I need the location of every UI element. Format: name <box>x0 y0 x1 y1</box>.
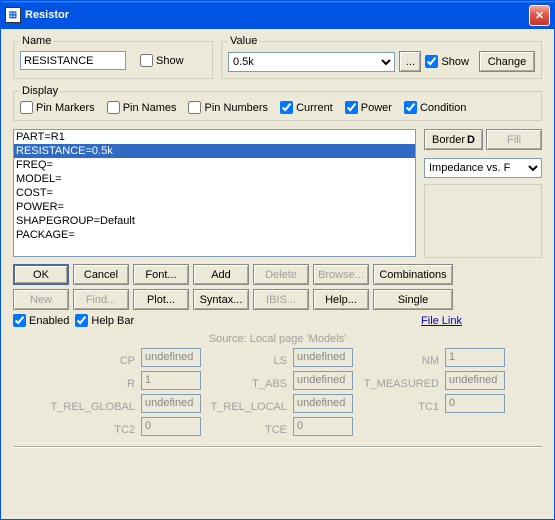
field-label: CP <box>50 355 135 367</box>
syntax--button[interactable]: Syntax... <box>193 289 249 310</box>
field-nm <box>445 348 505 367</box>
delete-button[interactable]: Delete <box>253 264 309 285</box>
window-title: Resistor <box>25 9 529 21</box>
list-item[interactable]: PACKAGE= <box>14 228 415 242</box>
field-label: R <box>50 378 135 390</box>
border-icon: D <box>467 134 475 146</box>
browse--button[interactable]: Browse... <box>313 264 369 285</box>
change-button[interactable]: Change <box>479 51 535 72</box>
properties-listbox[interactable]: PART=R1RESISTANCE=0.5kFREQ=MODEL=COST=PO… <box>13 129 416 257</box>
field-ls <box>293 348 353 367</box>
field-label: T_REL_GLOBAL <box>50 401 135 413</box>
current-chk[interactable]: Current <box>280 101 333 114</box>
field-t_rel_global <box>141 394 201 413</box>
button-row-2: NewFind...Plot...Syntax...IBIS...Help...… <box>13 289 542 310</box>
condition-chk[interactable]: Condition <box>404 101 466 114</box>
value-browse-button[interactable]: ... <box>399 51 421 72</box>
list-item[interactable]: SHAPEGROUP=Default <box>14 214 415 228</box>
close-button[interactable]: ✕ <box>529 5 550 26</box>
button-row-1: OKCancelFont...AddDeleteBrowse...Combina… <box>13 264 542 285</box>
plot--button[interactable]: Plot... <box>133 289 189 310</box>
pin-numbers-chk[interactable]: Pin Numbers <box>188 101 268 114</box>
field-label: NM <box>359 355 439 367</box>
value-group: Value 0.5k ... Show Change <box>221 35 542 79</box>
field-cp <box>141 348 201 367</box>
field-t_rel_local <box>293 394 353 413</box>
ibis--button[interactable]: IBIS... <box>253 289 309 310</box>
titlebar: ⊞ Resistor ✕ <box>1 1 554 29</box>
add-button[interactable]: Add <box>193 264 249 285</box>
field-r <box>141 371 201 390</box>
list-item[interactable]: COST= <box>14 186 415 200</box>
new-button[interactable]: New <box>13 289 69 310</box>
name-group: Name Show <box>13 35 213 79</box>
pin-markers-chk[interactable]: Pin Markers <box>20 101 95 114</box>
enabled-chk[interactable]: Enabled <box>13 314 69 327</box>
field-label: T_REL_LOCAL <box>207 401 287 413</box>
plot-type-select[interactable]: Impedance vs. F <box>424 158 542 178</box>
font--button[interactable]: Font... <box>133 264 189 285</box>
helpbar-chk[interactable]: Help Bar <box>75 314 134 327</box>
close-icon: ✕ <box>535 9 544 22</box>
divider <box>13 446 542 448</box>
value-select[interactable]: 0.5k <box>228 52 395 72</box>
display-legend: Display <box>20 85 60 97</box>
value-show-chk[interactable]: Show <box>425 55 469 68</box>
field-label: T_MEASURED <box>359 378 439 390</box>
field-label: TC2 <box>50 424 135 436</box>
dialog-window: ⊞ Resistor ✕ Name Show Value <box>0 0 555 520</box>
right-pane: Border D Fill Impedance vs. F <box>424 129 542 258</box>
fill-button[interactable]: Fill <box>486 129 542 150</box>
list-item[interactable]: FREQ= <box>14 158 415 172</box>
field-tc2 <box>141 417 201 436</box>
content: Name Show Value 0.5k ... <box>1 29 554 454</box>
list-item[interactable]: PART=R1 <box>14 130 415 144</box>
field-label: TC1 <box>359 401 439 413</box>
file-link[interactable]: File Link <box>421 315 462 327</box>
field-t_abs <box>293 371 353 390</box>
source-header: Source: Local page 'Models' <box>13 333 542 345</box>
value-legend: Value <box>228 35 259 47</box>
empty-group <box>424 184 542 258</box>
field-label: T_ABS <box>207 378 287 390</box>
single-button[interactable]: Single <box>373 289 453 310</box>
field-t_measured <box>445 371 505 390</box>
power-chk[interactable]: Power <box>345 101 392 114</box>
combinations-button[interactable]: Combinations <box>373 264 453 285</box>
display-group: Display Pin Markers Pin Names Pin Number… <box>13 85 542 121</box>
list-item[interactable]: MODEL= <box>14 172 415 186</box>
name-show-chk[interactable]: Show <box>140 54 184 67</box>
field-label: LS <box>207 355 287 367</box>
ok-button[interactable]: OK <box>13 264 69 285</box>
border-button[interactable]: Border D <box>424 129 483 150</box>
field-tce <box>293 417 353 436</box>
find--button[interactable]: Find... <box>73 289 129 310</box>
name-legend: Name <box>20 35 53 47</box>
list-item[interactable]: POWER= <box>14 200 415 214</box>
source-grid: CP LS NM R T_ABS T_MEASURED T_REL_GLOBAL T_REL_… <box>13 347 542 436</box>
cancel-button[interactable]: Cancel <box>73 264 129 285</box>
help--button[interactable]: Help... <box>313 289 369 310</box>
field-label: TCE <box>207 424 287 436</box>
field-tc1 <box>445 394 505 413</box>
name-input[interactable] <box>20 51 126 70</box>
name-show-checkbox[interactable] <box>140 54 153 67</box>
list-item[interactable]: RESISTANCE=0.5k <box>14 144 415 158</box>
pin-names-chk[interactable]: Pin Names <box>107 101 177 114</box>
value-show-checkbox[interactable] <box>425 55 438 68</box>
resistor-icon: ⊞ <box>5 7 21 23</box>
